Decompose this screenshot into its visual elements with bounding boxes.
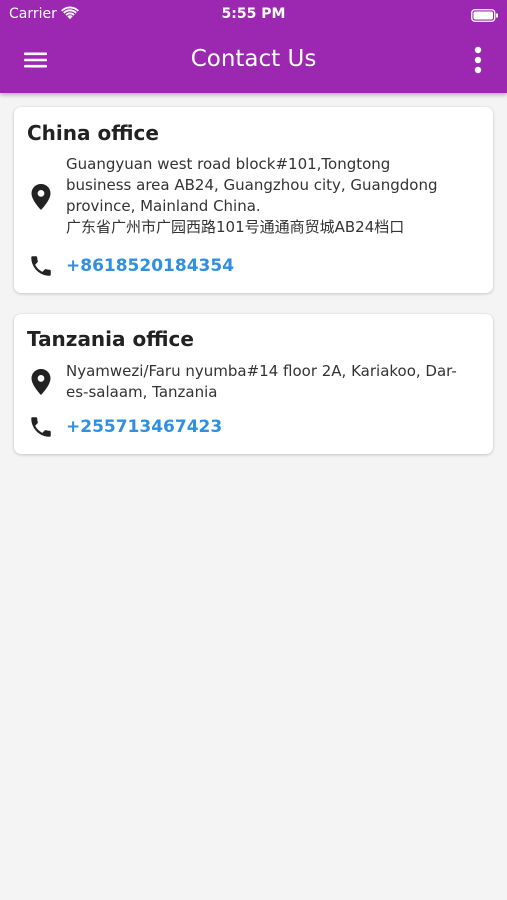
toolbar: Contact Us [0, 28, 507, 93]
office-name: Tanzania office [27, 327, 194, 351]
status-time: 5:55 PM [221, 6, 286, 22]
office-name: China office [27, 121, 159, 145]
location-pin-icon [31, 184, 51, 210]
battery-icon [471, 7, 499, 26]
office-address: Guangyuan west road block#101,Tongtong b… [66, 155, 438, 236]
status-bar: Carrier 5:55 PM [0, 0, 507, 28]
phone-number-link[interactable]: +8618520184354 [66, 255, 234, 277]
location-pin-icon [31, 369, 51, 395]
office-card-tanzania: Tanzania office Nyamwezi/Faru nyumba#14 … [14, 314, 493, 454]
phone-icon[interactable] [28, 253, 54, 279]
more-vertical-icon [474, 46, 482, 74]
phone-icon[interactable] [28, 414, 54, 440]
phone-number-link[interactable]: +255713467423 [66, 416, 222, 438]
office-address: Nyamwezi/Faru nyumba#14 floor 2A, Kariak… [66, 362, 457, 401]
page-title: Contact Us [190, 46, 317, 72]
more-options-button[interactable] [458, 40, 498, 80]
office-card-china: China office Guangyuan west road block#1… [14, 107, 493, 293]
app-bar: Carrier 5:55 PM Contact Us [0, 0, 507, 93]
